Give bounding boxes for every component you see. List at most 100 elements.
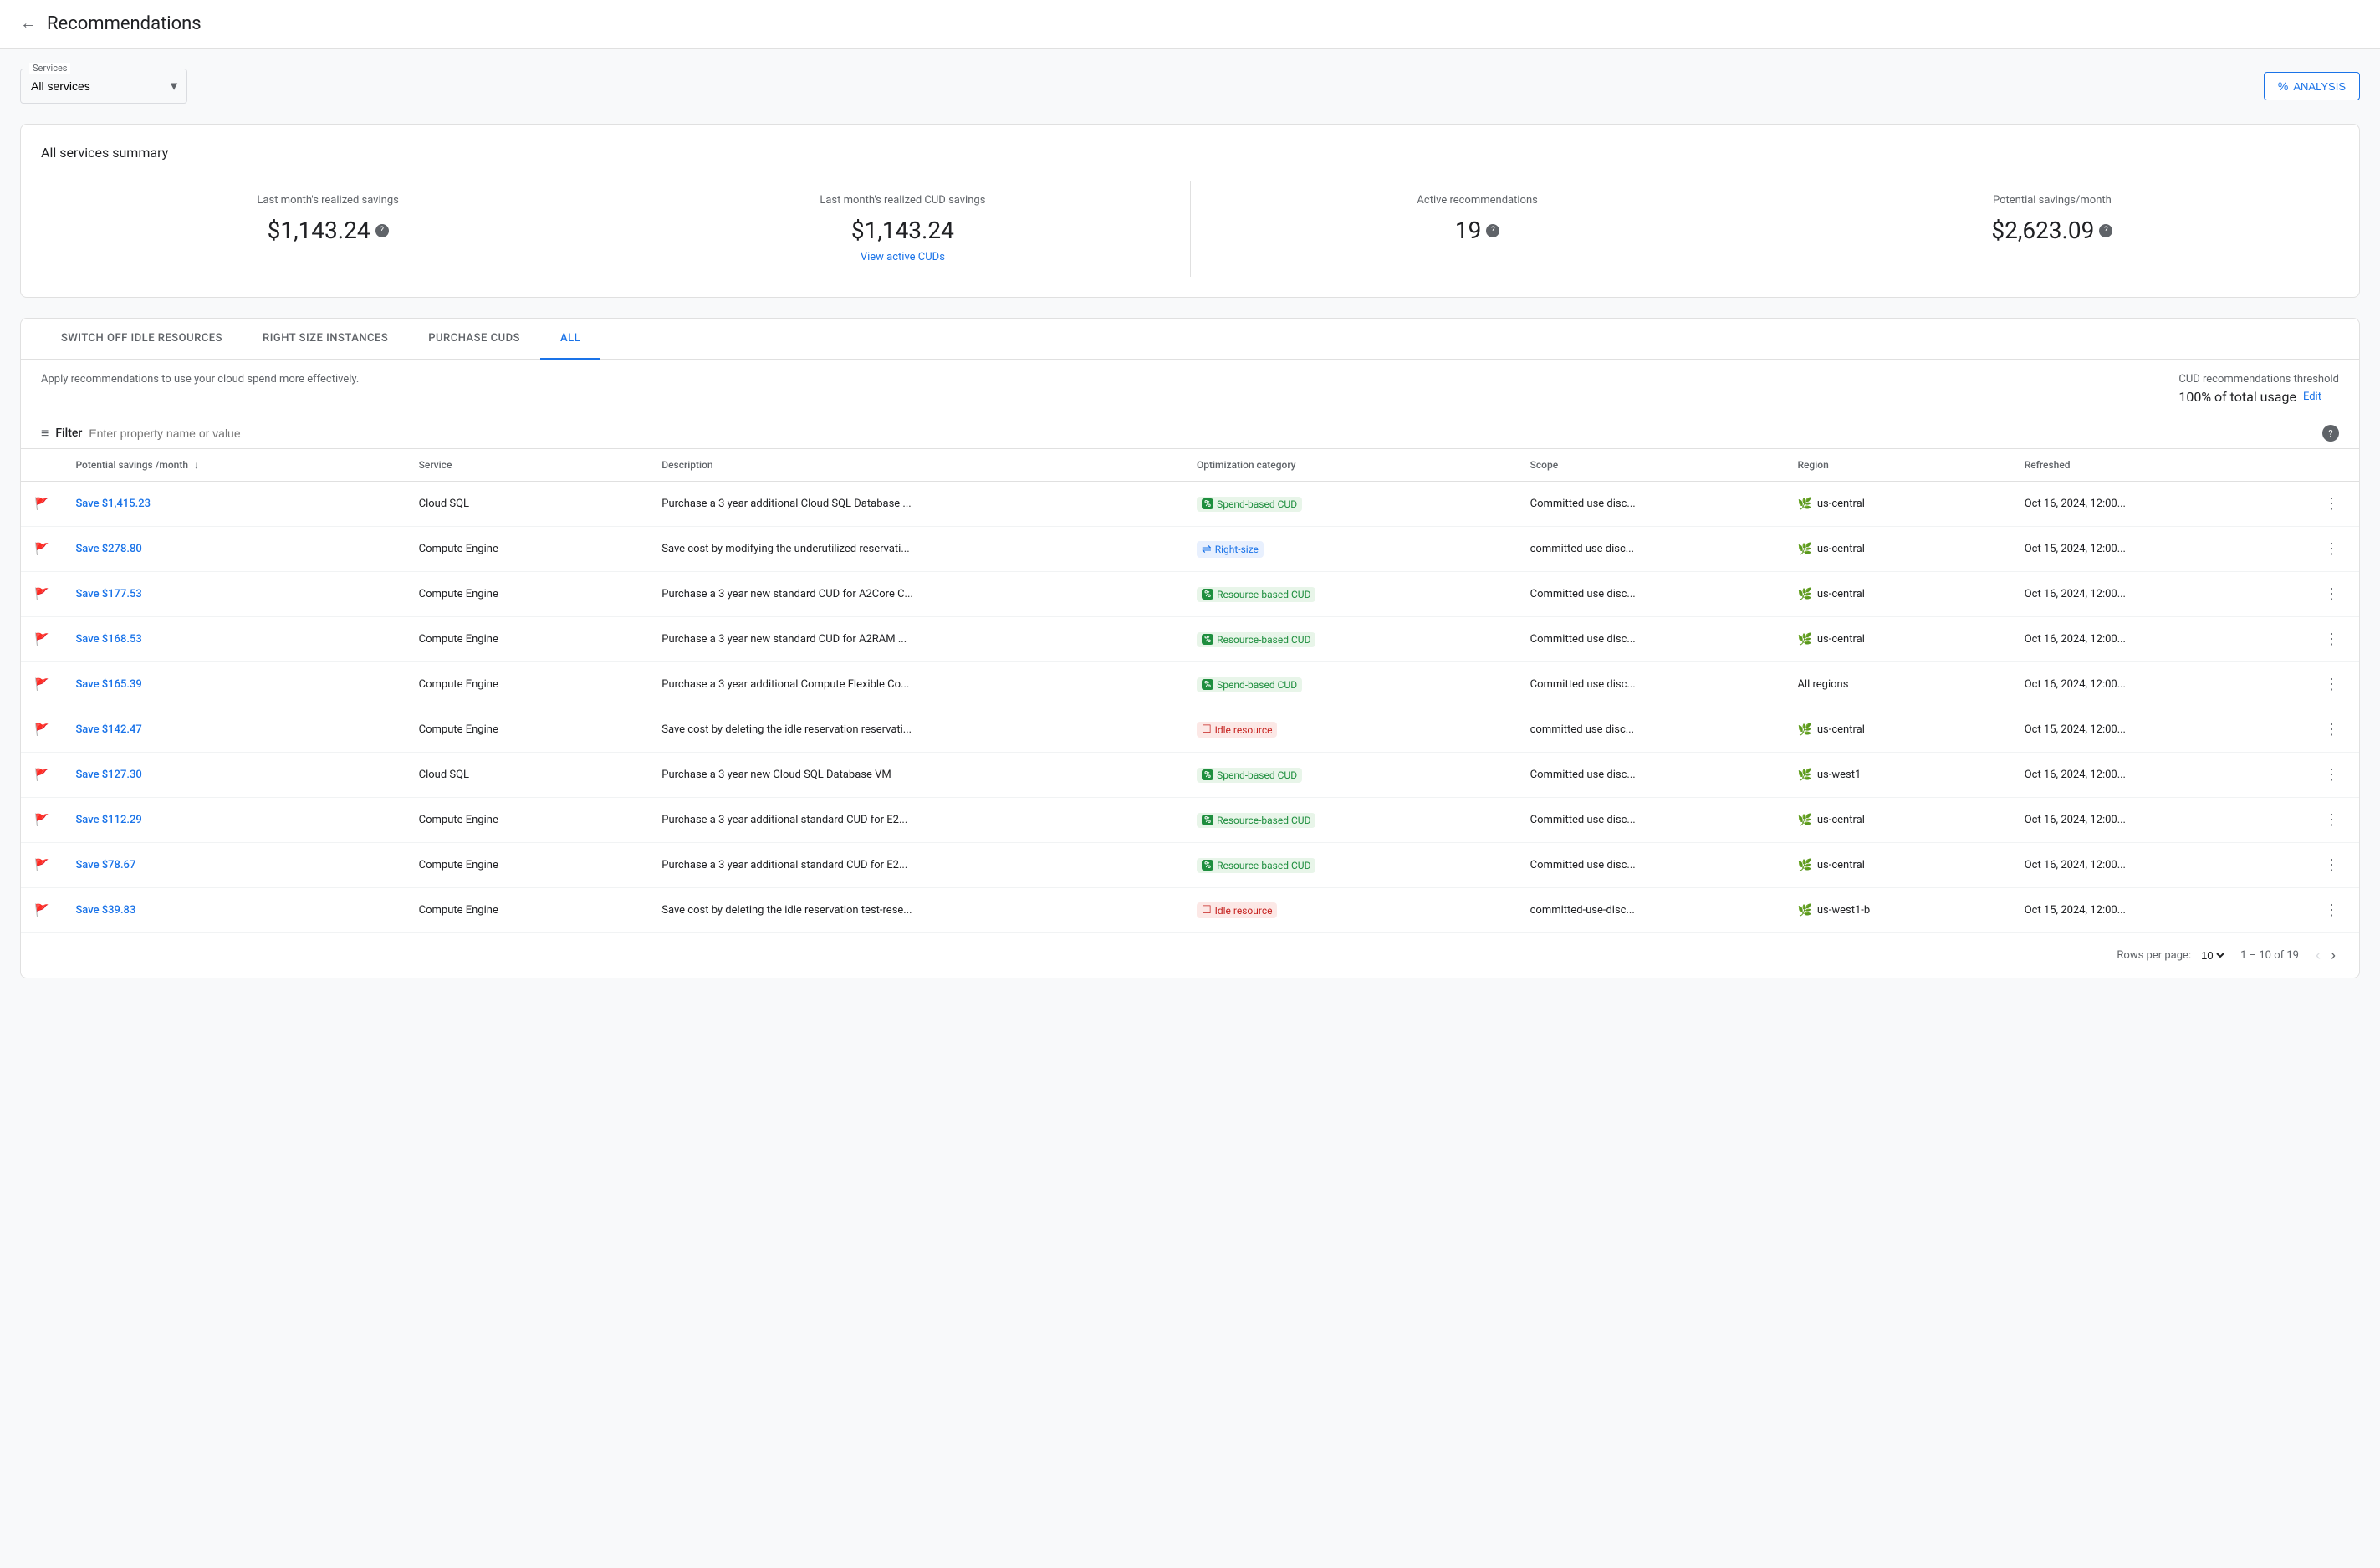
savings-sort-icon[interactable]: ↓ [194, 459, 199, 471]
flag-icon: 🚩 [34, 859, 49, 872]
services-select-wrapper: Services All services Compute Engine Clo… [20, 69, 187, 104]
filter-input[interactable] [89, 426, 2316, 440]
opt-badge: ⇌ Right-size [1197, 541, 1264, 558]
region-icon: 🌿 [1797, 723, 1811, 737]
flag-icon: 🚩 [34, 498, 49, 511]
th-description: Description [648, 449, 1183, 482]
metric-cud-savings-value: $1,143.24 [636, 217, 1169, 244]
realized-savings-help-icon[interactable]: ? [375, 224, 389, 237]
flag-icon: 🚩 [34, 814, 49, 827]
save-link[interactable]: Save $127.30 [75, 769, 141, 781]
row-more-button[interactable]: ⋮ [2317, 898, 2346, 922]
row-flag-cell: 🚩 [21, 798, 62, 843]
row-refreshed-cell: Oct 16, 2024, 12:00... [2011, 617, 2304, 662]
row-actions-cell: ⋮ [2304, 888, 2359, 933]
row-region-cell: 🌿 us-west1-b [1784, 888, 2010, 933]
table-row: 🚩 Save $168.53 Compute Engine Purchase a… [21, 617, 2359, 662]
row-flag-cell: 🚩 [21, 707, 62, 753]
tab-purchase-cuds[interactable]: PURCHASE CUDS [408, 319, 540, 360]
flag-icon: 🚩 [34, 723, 49, 737]
active-recommendations-help-icon[interactable]: ? [1486, 224, 1499, 237]
row-savings-cell: Save $1,415.23 [62, 482, 405, 527]
row-savings-cell: Save $127.30 [62, 753, 405, 798]
row-refreshed-cell: Oct 15, 2024, 12:00... [2011, 707, 2304, 753]
content-area: Services All services Compute Engine Clo… [0, 49, 2380, 999]
save-link[interactable]: Save $177.53 [75, 588, 141, 600]
summary-title: All services summary [41, 145, 2339, 161]
row-refreshed-cell: Oct 16, 2024, 12:00... [2011, 753, 2304, 798]
row-region-cell: 🌿 us-central [1784, 482, 2010, 527]
save-link[interactable]: Save $142.47 [75, 723, 141, 736]
save-link[interactable]: Save $165.39 [75, 678, 141, 691]
save-link[interactable]: Save $39.83 [75, 904, 135, 917]
metric-active-recommendations-value: 19 ? [1211, 217, 1744, 244]
filter-help-icon[interactable]: ? [2322, 425, 2339, 442]
rows-per-page-select[interactable]: 10 25 50 [2198, 948, 2227, 963]
row-refreshed-cell: Oct 16, 2024, 12:00... [2011, 843, 2304, 888]
row-actions-cell: ⋮ [2304, 617, 2359, 662]
cud-threshold-label: CUD recommendations threshold [2178, 373, 2339, 386]
metric-active-recommendations: Active recommendations 19 ? [1191, 181, 1765, 277]
filter-icon: ≡ [41, 425, 49, 442]
row-more-button[interactable]: ⋮ [2317, 627, 2346, 651]
row-service-cell: Compute Engine [406, 888, 649, 933]
region-icon: 🌿 [1797, 543, 1811, 556]
row-scope-cell: committed use disc... [1517, 527, 1785, 572]
row-description-cell: Save cost by deleting the idle reservati… [648, 888, 1183, 933]
save-link[interactable]: Save $78.67 [75, 859, 135, 871]
potential-savings-help-icon[interactable]: ? [2099, 224, 2112, 237]
row-more-button[interactable]: ⋮ [2317, 763, 2346, 787]
th-flag [21, 449, 62, 482]
save-link[interactable]: Save $168.53 [75, 633, 141, 646]
row-more-button[interactable]: ⋮ [2317, 672, 2346, 697]
row-scope-cell: Committed use disc... [1517, 843, 1785, 888]
row-scope-cell: Committed use disc... [1517, 798, 1785, 843]
row-description-cell: Purchase a 3 year additional standard CU… [648, 798, 1183, 843]
row-more-button[interactable]: ⋮ [2317, 537, 2346, 561]
row-flag-cell: 🚩 [21, 753, 62, 798]
save-link[interactable]: Save $112.29 [75, 814, 141, 826]
services-filter-row: Services All services Compute Engine Clo… [20, 69, 2360, 104]
row-service-cell: Compute Engine [406, 617, 649, 662]
row-actions-cell: ⋮ [2304, 662, 2359, 707]
row-more-button[interactable]: ⋮ [2317, 582, 2346, 606]
save-link[interactable]: Save $278.80 [75, 543, 141, 555]
row-more-button[interactable]: ⋮ [2317, 808, 2346, 832]
row-service-cell: Compute Engine [406, 798, 649, 843]
row-more-button[interactable]: ⋮ [2317, 492, 2346, 516]
next-page-button[interactable]: › [2327, 943, 2339, 968]
analysis-button-label: ANALYSIS [2293, 80, 2346, 93]
tab-switch-off[interactable]: SWITCH OFF IDLE RESOURCES [41, 319, 243, 360]
row-more-button[interactable]: ⋮ [2317, 718, 2346, 742]
metric-realized-savings: Last month's realized savings $1,143.24 … [41, 181, 615, 277]
metric-potential-savings-label: Potential savings/month [1785, 194, 2319, 207]
row-savings-cell: Save $165.39 [62, 662, 405, 707]
analysis-button[interactable]: % ANALYSIS [2264, 72, 2360, 100]
view-active-cuds-link[interactable]: View active CUDs [636, 251, 1169, 263]
metric-realized-savings-value: $1,143.24 ? [61, 217, 595, 244]
row-flag-cell: 🚩 [21, 888, 62, 933]
opt-badge: % Spend-based CUD [1197, 677, 1302, 692]
back-button[interactable]: ← [20, 14, 37, 33]
row-flag-cell: 🚩 [21, 572, 62, 617]
row-description-cell: Purchase a 3 year additional Compute Fle… [648, 662, 1183, 707]
services-select[interactable]: All services Compute Engine Cloud SQL Bi… [31, 69, 176, 103]
tab-all[interactable]: ALL [540, 319, 600, 360]
save-link[interactable]: Save $1,415.23 [75, 498, 151, 510]
filter-bar: ≡ Filter ? [21, 418, 2359, 449]
row-more-button[interactable]: ⋮ [2317, 853, 2346, 877]
metric-realized-savings-label: Last month's realized savings [61, 194, 595, 207]
row-scope-cell: Committed use disc... [1517, 482, 1785, 527]
th-savings: Potential savings /month ↓ [62, 449, 405, 482]
row-scope-cell: Committed use disc... [1517, 617, 1785, 662]
tab-right-size[interactable]: RIGHT SIZE INSTANCES [243, 319, 408, 360]
row-service-cell: Compute Engine [406, 843, 649, 888]
row-region-cell: 🌿 us-west1 [1784, 753, 2010, 798]
row-description-cell: Purchase a 3 year new standard CUD for A… [648, 617, 1183, 662]
row-refreshed-cell: Oct 16, 2024, 12:00... [2011, 798, 2304, 843]
row-service-cell: Compute Engine [406, 662, 649, 707]
row-opt-category-cell: % Resource-based CUD [1183, 572, 1517, 617]
prev-page-button[interactable]: ‹ [2312, 943, 2324, 968]
cud-threshold-edit-link[interactable]: Edit [2303, 391, 2321, 403]
th-refreshed: Refreshed [2011, 449, 2304, 482]
